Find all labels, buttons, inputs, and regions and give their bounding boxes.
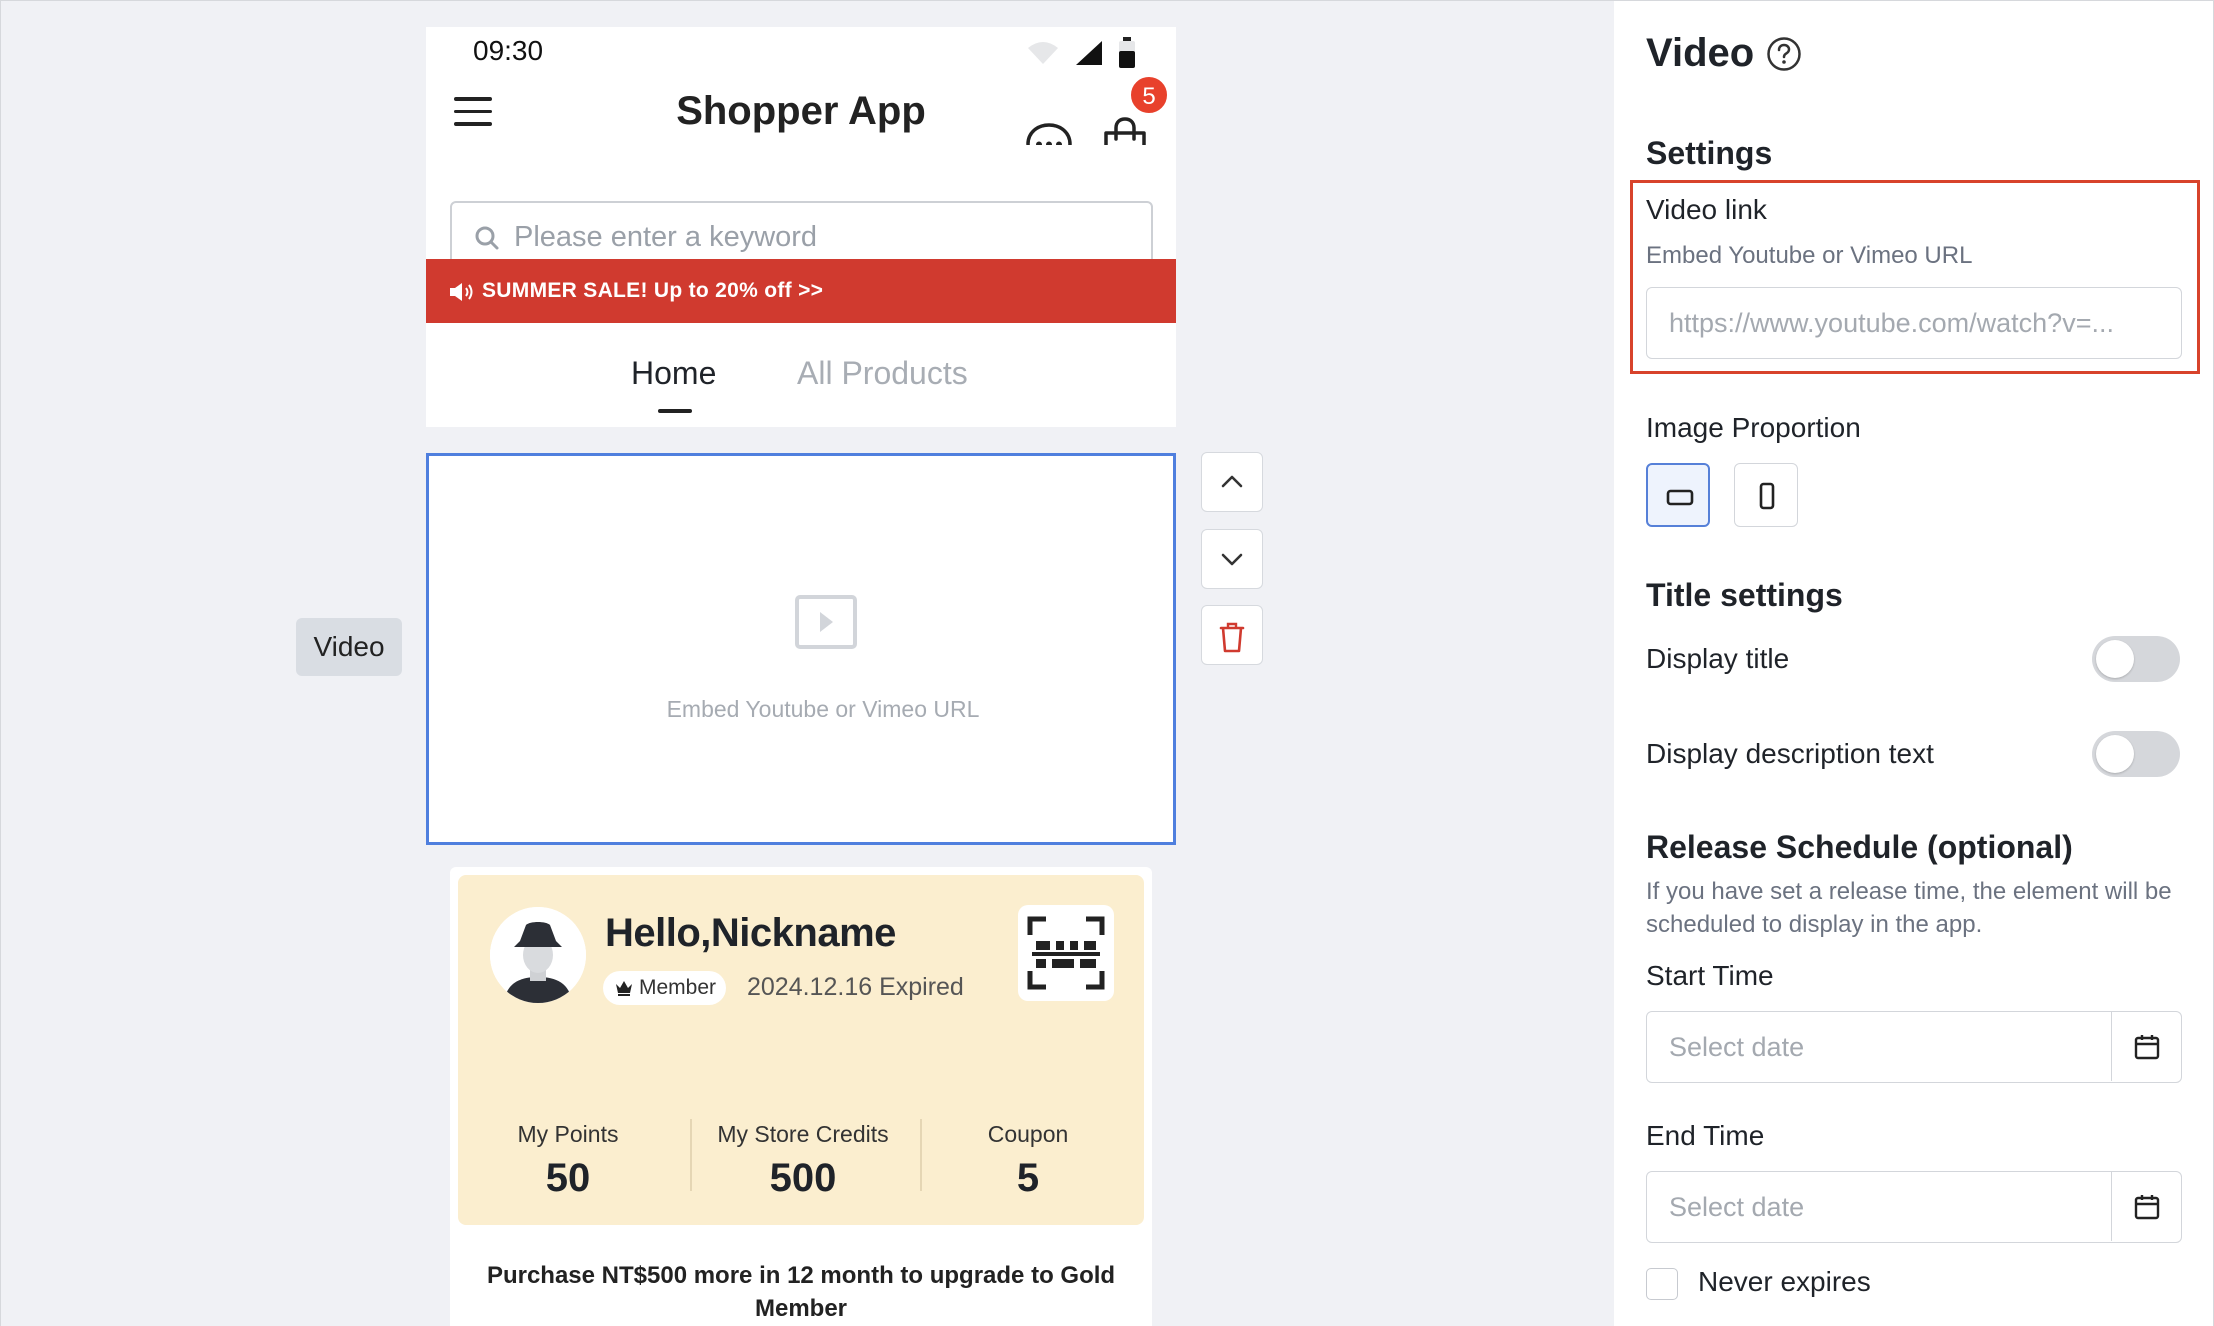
display-description-toggle[interactable]	[2092, 731, 2180, 777]
trash-icon	[1219, 622, 1245, 653]
display-title-toggle[interactable]	[2092, 636, 2180, 682]
upgrade-message: Purchase NT$500 more in 12 month to upgr…	[486, 1262, 1116, 1322]
element-type-label: Video	[296, 618, 402, 676]
cart-badge: 5	[1129, 75, 1169, 115]
end-time-label: End Time	[1646, 1120, 1765, 1151]
member-card-wrapper: Hello,Nickname Member 2024.12.16 Expired	[450, 867, 1152, 1326]
calendar-icon	[2134, 1195, 2160, 1220]
display-title-label: Display title	[1646, 643, 1790, 674]
editor-canvas: Video 09:30 Shopper App 5 Please enter a…	[0, 0, 1614, 1326]
end-time-field[interactable]	[1646, 1171, 2182, 1243]
stat-store-credits[interactable]: My Store Credits 500	[698, 1121, 908, 1201]
tab-bar: Home All Products	[426, 323, 1176, 427]
panel-title-text: Video	[1646, 31, 1755, 75]
promo-banner[interactable]: SUMMER SALE! Up to 20% off >>	[426, 259, 1176, 323]
tab-home[interactable]: Home	[631, 355, 716, 392]
settings-heading: Settings	[1646, 135, 1773, 171]
promo-text: SUMMER SALE! Up to 20% off >>	[482, 279, 824, 302]
end-time-calendar-button[interactable]	[2111, 1172, 2181, 1241]
landscape-icon	[1666, 489, 1694, 506]
title-settings-heading: Title settings	[1646, 577, 1843, 613]
member-expiry: 2024.12.16 Expired	[747, 973, 964, 1001]
avatar	[490, 907, 586, 1003]
proportion-landscape-button[interactable]	[1646, 463, 1710, 527]
video-link-help: Embed Youtube or Vimeo URL	[1646, 242, 1973, 269]
search-icon	[475, 226, 499, 250]
image-proportion-label: Image Proportion	[1646, 412, 1861, 443]
crown-icon	[616, 981, 632, 996]
never-expires-label[interactable]: Never expires	[1698, 1266, 1871, 1298]
delete-element-button[interactable]	[1201, 605, 1263, 665]
stat-value: 500	[769, 1156, 837, 1200]
start-time-input[interactable]	[1669, 1026, 2089, 1068]
video-element-selected[interactable]: Embed Youtube or Vimeo URL	[426, 453, 1176, 845]
stat-divider	[920, 1119, 922, 1191]
stat-value: 50	[545, 1156, 591, 1200]
stat-points[interactable]: My Points 50	[498, 1121, 638, 1201]
battery-icon	[1119, 37, 1135, 68]
stat-coupon[interactable]: Coupon 5	[958, 1121, 1098, 1201]
video-link-label: Video link	[1646, 194, 1767, 225]
phone-preview: 09:30 Shopper App 5 Please enter a keywo…	[426, 27, 1176, 1326]
release-schedule-help: If you have set a release time, the elem…	[1646, 878, 2172, 938]
release-schedule-heading: Release Schedule (optional)	[1646, 829, 2073, 865]
search-input[interactable]	[514, 215, 1124, 259]
stat-label: My Points	[517, 1121, 619, 1147]
never-expires-checkbox[interactable]	[1646, 1268, 1678, 1300]
video-play-icon	[795, 595, 857, 649]
member-tier-label: Member	[639, 976, 717, 999]
speaker-icon	[450, 283, 473, 301]
start-time-label: Start Time	[1646, 960, 1774, 991]
video-link-field[interactable]	[1646, 287, 2182, 359]
stat-divider	[690, 1119, 692, 1191]
start-time-calendar-button[interactable]	[2111, 1012, 2181, 1081]
portrait-icon	[1759, 482, 1775, 510]
move-up-button[interactable]	[1201, 452, 1263, 512]
stat-label: Coupon	[987, 1121, 1069, 1147]
settings-panel: Video Settings Video link Embed Youtube …	[1614, 0, 2214, 1326]
video-placeholder: Embed Youtube or Vimeo URL	[451, 456, 1151, 842]
member-greeting: Hello,Nickname	[605, 911, 896, 955]
video-link-input[interactable]	[1669, 302, 2159, 344]
chevron-down-icon	[1221, 553, 1243, 566]
proportion-portrait-button[interactable]	[1734, 463, 1798, 527]
move-down-button[interactable]	[1201, 529, 1263, 589]
panel-title: Video	[1646, 31, 1802, 76]
signal-icon	[1076, 41, 1102, 65]
barcode-scan-icon	[1027, 916, 1105, 990]
stat-label: My Store Credits	[717, 1121, 889, 1147]
help-icon[interactable]	[1766, 36, 1802, 72]
display-description-label: Display description text	[1646, 738, 1934, 769]
wifi-icon	[1028, 42, 1058, 64]
active-tab-indicator	[658, 409, 692, 413]
tab-all-products[interactable]: All Products	[797, 355, 968, 392]
video-hint-text: Embed Youtube or Vimeo URL	[666, 696, 980, 722]
stat-value: 5	[1016, 1156, 1040, 1200]
chevron-up-icon	[1221, 475, 1243, 488]
status-time: 09:30	[473, 35, 544, 66]
member-card: Hello,Nickname Member 2024.12.16 Expired	[458, 875, 1144, 1225]
status-bar: 09:30	[426, 27, 1176, 75]
calendar-icon	[2134, 1035, 2160, 1060]
member-barcode-button[interactable]	[1018, 905, 1114, 1001]
status-icons	[1026, 37, 1136, 69]
start-time-field[interactable]	[1646, 1011, 2182, 1083]
user-avatar-icon	[490, 907, 586, 1003]
end-time-input[interactable]	[1669, 1186, 2089, 1228]
member-tier-badge: Member	[603, 971, 727, 1005]
